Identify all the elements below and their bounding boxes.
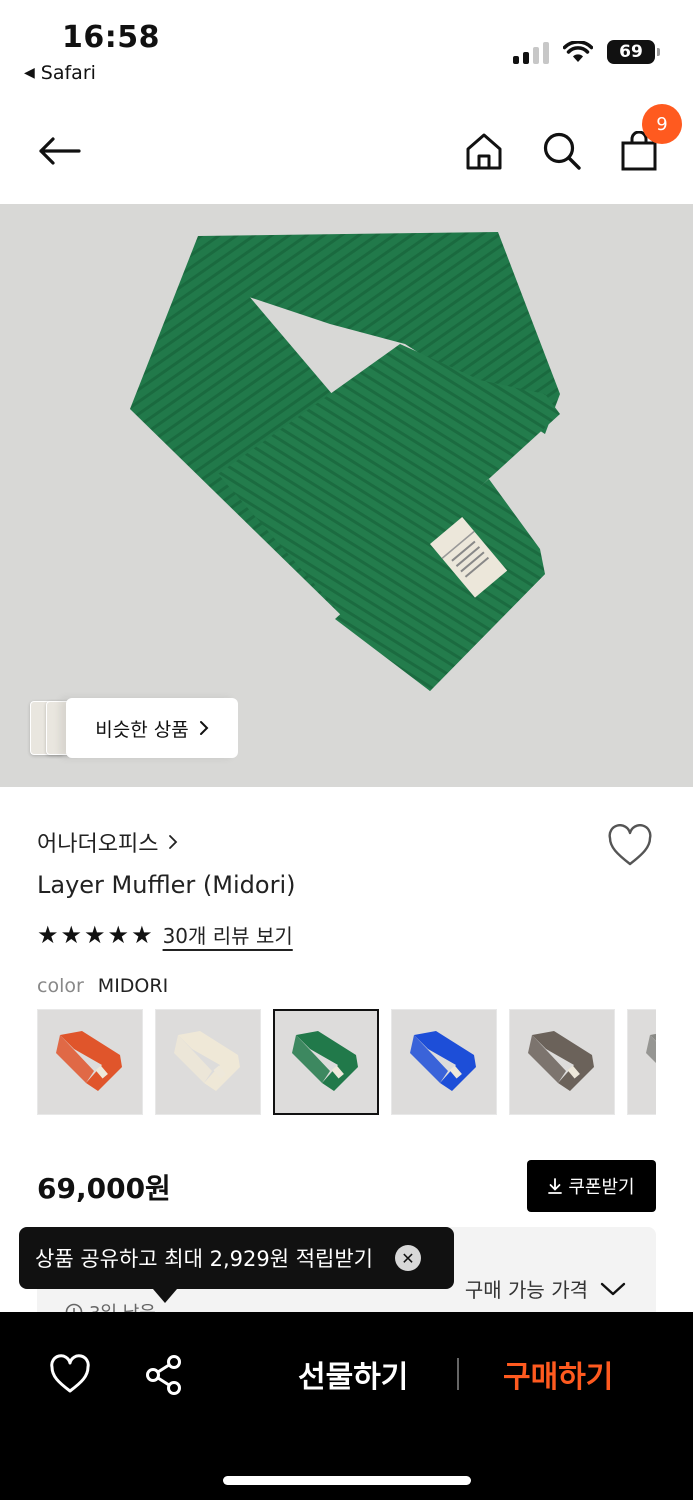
scarf-thumbnail: [528, 1031, 594, 1091]
similar-products[interactable]: 비슷한 상품: [30, 698, 238, 758]
similar-products-label: 비슷한 상품: [95, 718, 189, 741]
color-swatch-orange[interactable]: [37, 1009, 143, 1115]
status-bar: 16:58 ◀ Safari 69: [0, 0, 693, 100]
back-triangle-icon: ◀: [24, 65, 35, 81]
back-app-label: Safari: [40, 62, 96, 84]
arrow-left-icon: [39, 137, 81, 165]
share-icon[interactable]: [143, 1354, 185, 1396]
color-label: color: [37, 975, 84, 997]
chevron-right-icon: [169, 835, 178, 849]
gift-button[interactable]: 선물하기: [298, 1352, 408, 1396]
brand-name: 어나더오피스: [37, 832, 159, 857]
cellular-signal-icon: [513, 40, 549, 64]
star-icon: ★: [60, 920, 83, 949]
home-button[interactable]: [459, 126, 509, 176]
star-rating: ★ ★ ★ ★ ★: [37, 923, 153, 947]
wishlist-heart-icon[interactable]: [607, 824, 653, 868]
search-icon: [543, 132, 581, 170]
home-icon: [466, 133, 502, 170]
share-reward-tooltip: 상품 공유하고 최대 2,929원 적립받기 ✕: [19, 1227, 454, 1303]
cart-button[interactable]: 9: [614, 104, 682, 176]
color-swatch-gray[interactable]: [627, 1009, 656, 1115]
back-to-app-button[interactable]: ◀ Safari: [24, 62, 96, 84]
chevron-right-icon: [199, 721, 209, 735]
star-icon: ★: [107, 920, 130, 949]
status-time: 16:58: [62, 20, 160, 55]
color-swatch-blue[interactable]: [391, 1009, 497, 1115]
color-swatch-midori[interactable]: [273, 1009, 379, 1115]
home-indicator: [223, 1476, 471, 1485]
product-title: Layer Muffler (Midori): [37, 871, 296, 899]
rating-row: ★ ★ ★ ★ ★ 30개 리뷰 보기: [37, 920, 293, 949]
color-value: MIDORI: [97, 975, 169, 997]
similar-products-button[interactable]: 비슷한 상품: [66, 698, 238, 758]
scarf-thumbnail: [646, 1033, 656, 1063]
star-icon: ★: [131, 920, 153, 949]
star-icon: ★: [84, 920, 106, 949]
divider: [457, 1358, 459, 1390]
status-indicators: 69: [513, 40, 660, 64]
scarf-thumbnail: [292, 1031, 358, 1091]
top-nav: 9: [0, 100, 693, 204]
close-icon[interactable]: ✕: [394, 1245, 421, 1271]
download-icon: [548, 1178, 563, 1194]
tooltip-text: 상품 공유하고 최대 2,929원 적립받기: [35, 1247, 373, 1271]
member-price-label: 구매 가능 가격: [464, 1278, 588, 1302]
product-price: 69,000원: [37, 1172, 171, 1205]
chevron-down-icon: [600, 1282, 626, 1295]
coupon-button[interactable]: 쿠폰받기: [527, 1160, 656, 1212]
scarf-thumbnail: [56, 1031, 122, 1091]
color-swatch-cream[interactable]: [155, 1009, 261, 1115]
star-icon: ★: [37, 920, 59, 949]
scarf-thumbnail: [410, 1031, 476, 1091]
back-button[interactable]: [34, 126, 84, 176]
scarf-thumbnail: [174, 1031, 240, 1091]
buy-button[interactable]: 구매하기: [503, 1352, 613, 1396]
cart-count-badge: 9: [642, 104, 682, 144]
brand-link[interactable]: 어나더오피스: [37, 826, 178, 858]
coupon-label: 쿠폰받기: [568, 1177, 635, 1198]
member-price-toggle[interactable]: 구매 가능 가격: [465, 1274, 626, 1303]
search-button[interactable]: [537, 126, 587, 176]
color-swatches: [37, 1009, 656, 1115]
heart-icon[interactable]: [49, 1354, 91, 1396]
battery-icon: 69: [607, 40, 660, 64]
product-image[interactable]: 비슷한 상품: [0, 204, 693, 787]
color-swatch-brown[interactable]: [509, 1009, 615, 1115]
bottom-action-bar: 선물하기 구매하기: [0, 1312, 693, 1500]
review-link[interactable]: 30개 리뷰 보기: [163, 920, 293, 949]
color-row: color MIDORI: [37, 975, 168, 997]
wifi-icon: [563, 41, 593, 62]
